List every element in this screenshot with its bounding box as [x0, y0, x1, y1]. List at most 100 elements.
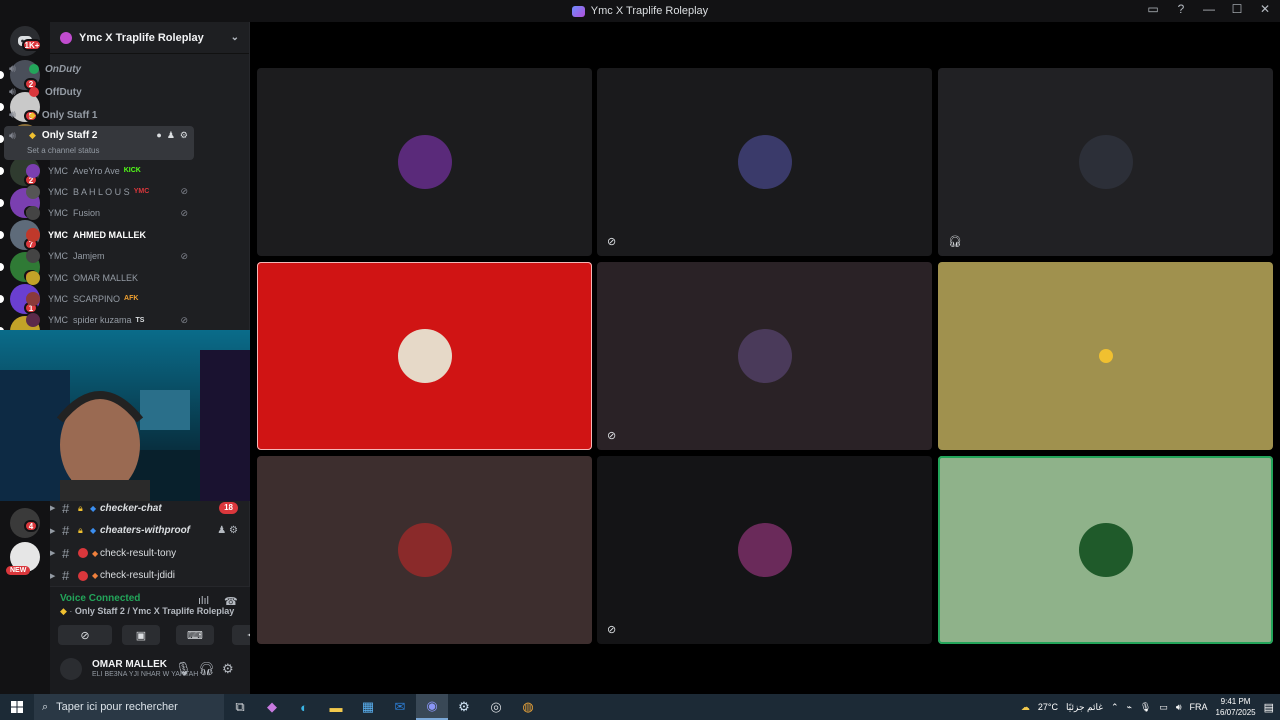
member-tag: YMC	[48, 165, 68, 176]
microphone-tray-icon[interactable]: 🎙︎	[1140, 702, 1151, 713]
voice-stage: ⊘ 🎧︎ ⊘ ⊘	[250, 22, 1280, 694]
minimize-button[interactable]: —	[1202, 2, 1216, 16]
notification-icon[interactable]: ▤	[1264, 701, 1274, 714]
weather-temp[interactable]: 27°C	[1038, 702, 1058, 712]
store-icon[interactable]: ▦	[352, 694, 384, 720]
copilot-icon[interactable]: ◆	[256, 694, 288, 720]
guild-header[interactable]: Ymc X Traplife Roleplay ⌄	[50, 22, 249, 54]
chevron-down-icon[interactable]: ⌄	[231, 32, 239, 43]
discord-logo-icon	[571, 5, 585, 17]
screen-share-button[interactable]: ▣	[122, 625, 160, 645]
avatar	[26, 184, 40, 199]
user-name[interactable]: OMAR MALLEK	[92, 659, 167, 670]
voice-member[interactable]: YMC AveYro Ave KICK	[26, 160, 196, 181]
text-channel[interactable]: ▶ # 🔒︎ ◆ cheaters-withproof ♟ ⚙	[50, 520, 250, 542]
close-button[interactable]: ✕	[1258, 2, 1272, 16]
voice-member[interactable]: YMC OMAR MALLEK	[26, 267, 196, 288]
lock-icon: 🔒︎	[78, 502, 83, 513]
voice-channel-only-staff-1[interactable]: 🔊︎ ◆ Only Staff 1	[4, 104, 194, 126]
obs-icon[interactable]: ◎	[480, 694, 512, 720]
voice-location[interactable]: Only Staff 2 / Ymc X Traplife Roleplay	[75, 606, 234, 616]
voice-channel-label: Only Staff 2	[41, 130, 98, 141]
avatar	[737, 329, 792, 383]
text-channel-label: check-result-tony	[100, 547, 177, 559]
settings-gear-icon[interactable]: ⚙	[222, 661, 234, 677]
voice-member[interactable]: YMC spider kuzama TS ⊘	[26, 310, 196, 331]
unread-pill	[0, 199, 4, 207]
voice-channel-only-staff-2[interactable]: 🔊︎ ◆ Only Staff 2 Set a channel status ●…	[4, 126, 194, 160]
edge-icon[interactable]: ◐	[288, 694, 320, 720]
muted-mic-icon: ⊘	[607, 624, 617, 636]
hash-icon: #	[62, 523, 70, 539]
member-name: spider kuzama	[73, 315, 132, 326]
voice-connected-status[interactable]: Voice Connected	[60, 593, 140, 604]
member-name: B A H L O U S	[73, 186, 130, 197]
participant-tile[interactable]: ⊘	[597, 68, 932, 256]
language-indicator[interactable]: FRA	[1190, 702, 1208, 712]
voice-member[interactable]: YMC Fusion ⊘	[26, 203, 196, 224]
expand-arrow-icon[interactable]: ▶	[50, 572, 60, 580]
participant-tile[interactable]	[938, 262, 1273, 450]
voice-member[interactable]: YMC Jamjem ⊘	[26, 246, 196, 267]
member-tag: YMC	[48, 272, 68, 283]
text-channel[interactable]: ▶ # ◆ check-result-tony	[50, 542, 250, 564]
expand-arrow-icon[interactable]: ▶	[50, 549, 60, 557]
avatar[interactable]	[60, 658, 82, 680]
speaker-icon: 🔊︎	[9, 62, 16, 75]
voice-channel-offduty[interactable]: 🔊︎ OffDuty	[4, 81, 194, 103]
clock[interactable]: 9:41 PM 16/07/2025	[1216, 696, 1256, 718]
chrome-icon[interactable]: ◍	[512, 694, 544, 720]
muted-icon: ⊘	[180, 186, 188, 197]
usb-icon[interactable]: ⌁	[1127, 702, 1132, 713]
chat-icon[interactable]: ●	[156, 130, 161, 141]
voice-member[interactable]: YMC AHMED MALLEK	[26, 224, 196, 245]
channel-status[interactable]: Set a channel status	[27, 146, 100, 155]
activities-button[interactable]: ⌨	[176, 625, 214, 645]
help-icon[interactable]: ?	[1174, 2, 1188, 16]
participant-tile[interactable]	[257, 456, 592, 644]
text-channel[interactable]: ▶ # 🔒︎ ◆ checker-chat 18	[50, 497, 250, 519]
task-view-icon[interactable]: ⧉	[224, 694, 256, 720]
discord-taskbar-icon[interactable]: ◉	[416, 694, 448, 720]
windows-start-icon[interactable]	[0, 694, 34, 720]
search-placeholder: Taper ici pour rechercher	[56, 701, 178, 713]
voice-channel-onduty[interactable]: 🔊︎ OnDuty	[4, 58, 194, 80]
weather-icon[interactable]: ☁	[1021, 702, 1030, 713]
inbox-icon[interactable]: ▭	[1146, 2, 1160, 16]
file-explorer-icon[interactable]: ▬	[320, 694, 352, 720]
chevron-up-icon[interactable]: ⌃	[1111, 702, 1119, 713]
avatar	[1078, 135, 1133, 189]
text-channel[interactable]: ▶ # ◆ check-result-jdidi	[50, 565, 250, 587]
expand-arrow-icon[interactable]: ▶	[50, 504, 60, 512]
gear-icon[interactable]: ⚙	[180, 130, 188, 141]
disconnect-icon[interactable]: ☎	[224, 595, 238, 608]
expand-arrow-icon[interactable]: ▶	[50, 527, 60, 535]
maximize-button[interactable]: ☐	[1230, 2, 1244, 16]
voice-member[interactable]: YMC SCARPINO AFK	[26, 288, 196, 309]
microphone-icon[interactable]: 🎙︎	[175, 661, 192, 677]
steam-icon[interactable]: ⚙	[448, 694, 480, 720]
participant-tile[interactable]: 🎧︎	[938, 68, 1273, 256]
voice-connected-panel: Voice Connected ◆ · Only Staff 2 / Ymc X…	[50, 586, 270, 648]
participant-tile[interactable]: ⊘	[597, 456, 932, 644]
outlook-icon[interactable]: ✉	[384, 694, 416, 720]
text-channel-label: cheaters-withproof	[100, 525, 191, 537]
network-icon[interactable]: ▭	[1159, 702, 1168, 713]
noise-suppression-icon[interactable]: ılıl	[198, 595, 209, 607]
voice-member[interactable]: YMC B A H L O U S YMC ⊘	[26, 181, 196, 202]
hash-icon: #	[62, 568, 70, 584]
invite-icon[interactable]: ♟	[167, 130, 175, 141]
participant-tile[interactable]	[257, 262, 592, 450]
diamond-icon: ◆	[92, 571, 99, 581]
avatar	[26, 163, 40, 178]
participant-tile[interactable]: ⊘	[597, 262, 932, 450]
camera-off-button[interactable]: ⊘	[58, 625, 112, 645]
speaker-icon: 🔊︎	[9, 108, 16, 121]
taskbar-search[interactable]: ⌕ Taper ici pour rechercher	[34, 694, 224, 720]
volume-icon[interactable]: 🔊︎	[1176, 702, 1182, 713]
participant-tile[interactable]	[938, 456, 1273, 644]
avatar	[397, 329, 452, 383]
channel-settings-icon[interactable]: ♟ ⚙	[217, 525, 238, 536]
headphones-icon[interactable]: 🎧︎	[198, 661, 215, 677]
participant-tile[interactable]	[257, 68, 592, 256]
